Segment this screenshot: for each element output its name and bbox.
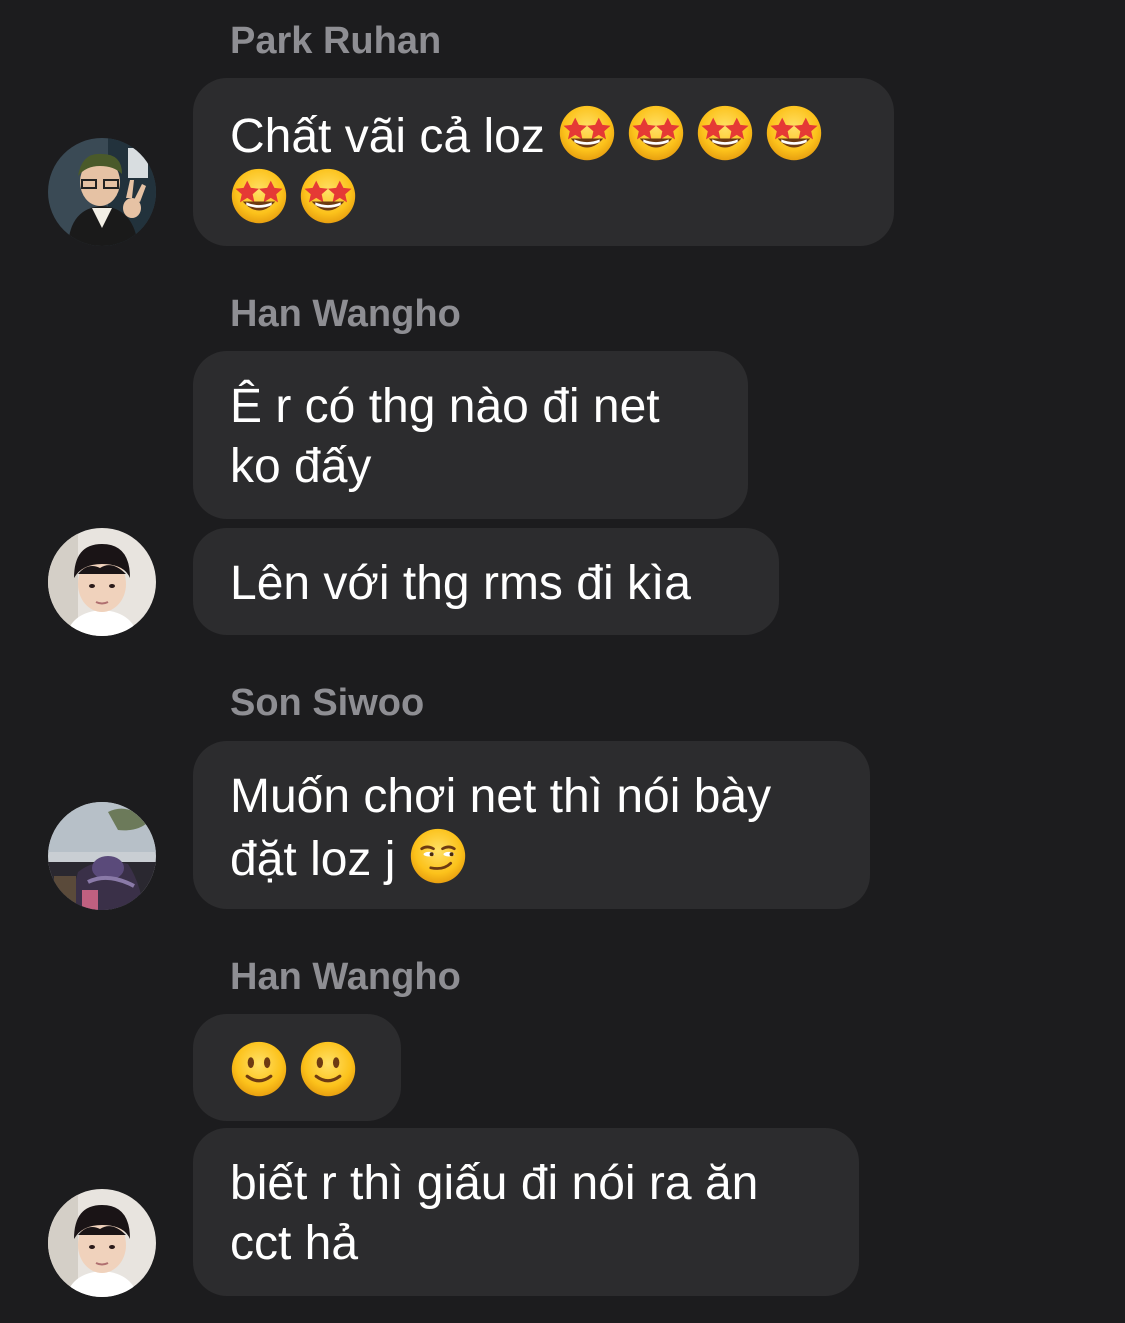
- message-line: đặt loz j: [230, 827, 832, 890]
- slightly-smiling-emoji-icon: [299, 1040, 357, 1098]
- sender-name: Son Siwoo: [230, 682, 425, 724]
- message-bubble[interactable]: biết r thì giấu đi nói ra ăn cct hả: [193, 1128, 859, 1296]
- slightly-smiling-emoji-icon: [230, 1040, 288, 1098]
- message-bubble[interactable]: Chất vãi cả loz: [193, 78, 894, 246]
- star-struck-emoji-icon: [558, 104, 616, 162]
- message-line: cct hả: [230, 1217, 359, 1270]
- message-line: Ê r có thg nào đi net: [230, 380, 660, 433]
- message-line: [230, 1040, 363, 1103]
- avatar[interactable]: [48, 1189, 156, 1297]
- message-line: Lên với thg rms đi kìa: [230, 557, 691, 610]
- sender-name: Han Wangho: [230, 956, 461, 998]
- star-struck-emoji-icon: [230, 167, 288, 225]
- sender-name: Park Ruhan: [230, 20, 442, 62]
- sender-name: Han Wangho: [230, 293, 461, 335]
- star-struck-emoji-icon: [765, 104, 823, 162]
- smirk-emoji-icon: [409, 827, 467, 885]
- message-line: ko đấy: [230, 440, 372, 493]
- message-bubble[interactable]: Lên với thg rms đi kìa: [193, 528, 779, 635]
- message-line: Chất vãi cả loz: [230, 104, 856, 167]
- message-line: biết r thì giấu đi nói ra ăn: [230, 1157, 759, 1210]
- avatar[interactable]: [48, 528, 156, 636]
- message-line: Muốn chơi net thì nói bày: [230, 770, 772, 823]
- message-line: [230, 167, 856, 230]
- avatar[interactable]: [48, 138, 156, 246]
- star-struck-emoji-icon: [696, 104, 754, 162]
- message-bubble[interactable]: Ê r có thg nào đi net ko đấy: [193, 351, 748, 519]
- star-struck-emoji-icon: [299, 167, 357, 225]
- message-bubble[interactable]: Muốn chơi net thì nói bày đặt loz j: [193, 741, 870, 909]
- star-struck-emoji-icon: [627, 104, 685, 162]
- avatar[interactable]: [48, 802, 156, 910]
- message-bubble[interactable]: [193, 1014, 401, 1121]
